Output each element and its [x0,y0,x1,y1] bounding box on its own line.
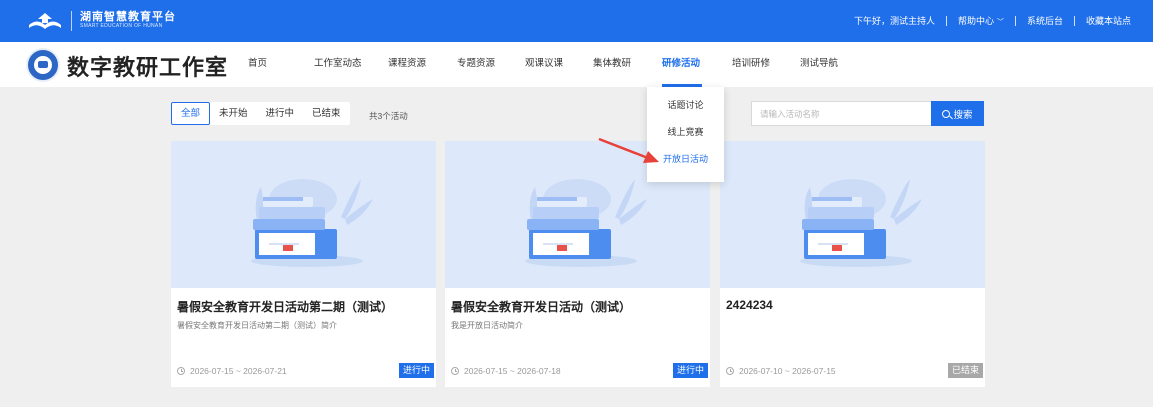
status-badge: 进行中 [672,363,708,378]
status-filter-tabs: 全部 未开始 进行中 已结束 [171,102,350,125]
search-button-label: 搜索 [953,109,973,121]
nav-item-topic-resources[interactable]: 专题资源 [457,42,525,87]
card-cover-image [171,141,436,288]
card-date-range: 2026-07-15 ~ 2026-07-21 [190,366,287,376]
platform-logo-icon[interactable] [27,9,63,31]
nav-item-home[interactable]: 首页 [248,42,314,87]
studio-emblem-icon[interactable] [26,48,60,82]
card-description: 我是开放日活动简介 [451,321,523,330]
nav-item-test-nav[interactable]: 测试导航 [800,42,850,87]
nav-item-research-activities[interactable]: 研修活动 [662,42,702,87]
divider [945,15,947,26]
help-center-link[interactable]: 帮助中心 ﹀ [958,14,1004,27]
divider [1073,15,1075,26]
search-input[interactable] [751,101,931,126]
nav-item-studio-news[interactable]: 工作室动态 [314,42,388,87]
card-description: 暑假安全教育开发日活动第二期（测试）简介 [177,321,337,330]
nav-item-collective-research[interactable]: 集体教研 [593,42,662,87]
card-title[interactable]: 暑假安全教育开发日活动第二期（测试） [177,298,393,315]
status-badge: 进行中 [398,363,434,378]
tab-in-progress[interactable]: 进行中 [257,102,304,125]
main-nav: 首页 工作室动态 课程资源 专题资源 观课议课 集体教研 研修活动 培训研修 测… [248,42,850,87]
site-title[interactable]: 数字教研工作室 [67,50,228,82]
activity-count: 共3个活动 [369,111,408,121]
nav-item-training[interactable]: 培训研修 [732,42,800,87]
nav-item-course-resources[interactable]: 课程资源 [388,42,457,87]
menu-item-open-day[interactable]: 开放日活动 [647,146,724,173]
card-title[interactable]: 暑假安全教育开发日活动（测试） [451,298,631,315]
activity-card[interactable]: 2424234 2026-07-10 ~ 2026-07-15 已结束 [720,141,985,387]
activity-search: 搜索 [751,101,984,126]
books-illustration-icon [800,179,922,267]
menu-item-online-contest[interactable]: 线上竞赛 [647,119,724,146]
card-date-range: 2026-07-15 ~ 2026-07-18 [464,366,561,376]
search-icon [942,109,951,118]
nav-item-lesson-observation[interactable]: 观课议课 [525,42,593,87]
clock-icon [177,367,185,375]
tab-ended[interactable]: 已结束 [303,102,350,125]
card-date: 2026-07-15 ~ 2026-07-18 [451,366,561,376]
help-center-label: 帮助中心 [957,16,994,26]
site-header: 数字教研工作室 首页 工作室动态 课程资源 专题资源 观课议课 集体教研 研修活… [0,42,1153,87]
books-illustration-icon [251,179,373,267]
platform-name-en: SMART EDUCATION OF HUNAN [80,23,163,29]
card-date: 2026-07-10 ~ 2026-07-15 [726,366,836,376]
platform-name[interactable]: 湖南智慧教育平台 [80,8,176,24]
chevron-down-icon: ﹀ [996,19,1004,26]
top-bar: 湖南智慧教育平台 SMART EDUCATION OF HUNAN 下午好，测试… [0,0,1153,42]
clock-icon [726,367,734,375]
activity-card[interactable]: 暑假安全教育开发日活动第二期（测试） 暑假安全教育开发日活动第二期（测试）简介 … [171,141,436,387]
tab-all[interactable]: 全部 [171,102,211,125]
menu-item-topic-discussion[interactable]: 话题讨论 [647,92,724,119]
card-date: 2026-07-15 ~ 2026-07-21 [177,366,287,376]
status-badge: 已结束 [947,363,983,378]
logo-divider [71,11,72,31]
divider [1014,15,1016,26]
card-date-range: 2026-07-10 ~ 2026-07-15 [739,366,836,376]
card-title[interactable]: 2424234 [726,298,773,312]
admin-link[interactable]: 系统后台 [1027,14,1063,27]
card-cover-image [720,141,985,288]
research-activities-dropdown: 话题讨论 线上竞赛 开放日活动 [647,87,724,182]
search-button[interactable]: 搜索 [931,101,984,126]
greeting-text[interactable]: 下午好，测试主持人 [854,14,935,27]
bookmark-link[interactable]: 收藏本站点 [1086,14,1131,27]
tab-not-started[interactable]: 未开始 [210,102,257,125]
clock-icon [451,367,459,375]
top-right-links: 下午好，测试主持人 帮助中心 ﹀ 系统后台 收藏本站点 [854,14,1131,27]
